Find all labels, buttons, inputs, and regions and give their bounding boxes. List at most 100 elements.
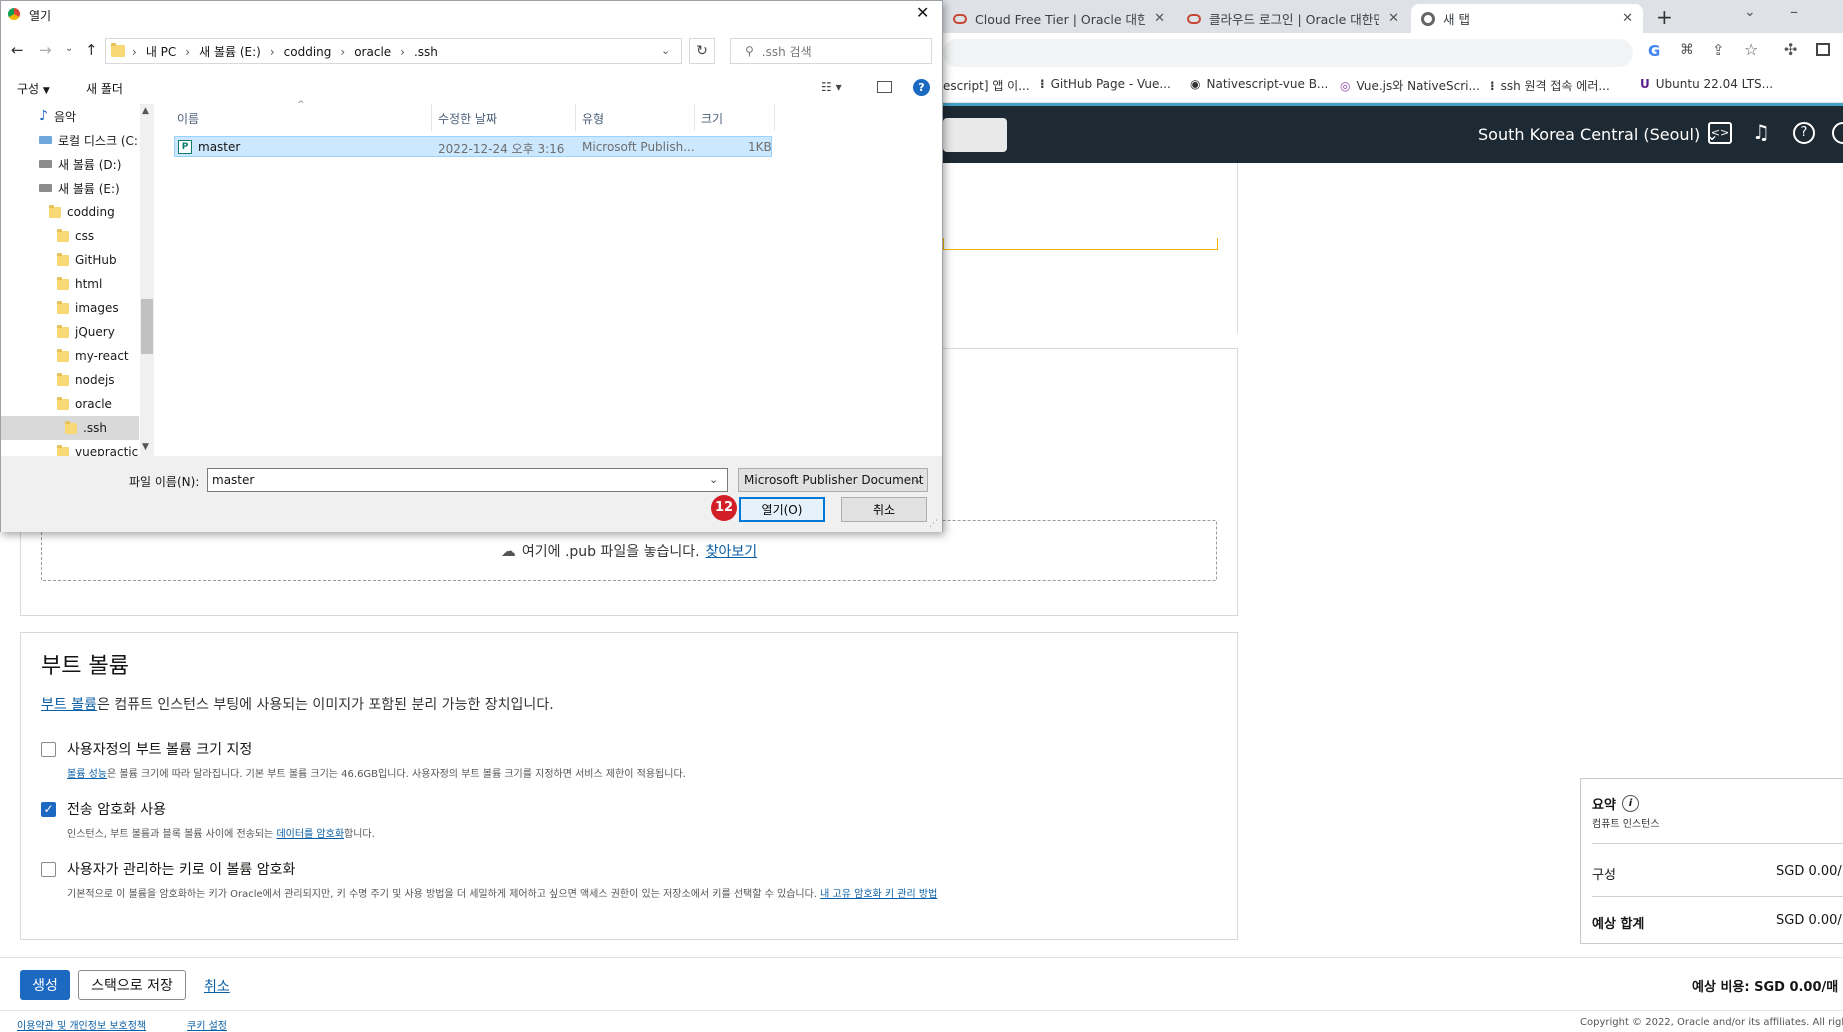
google-icon[interactable]: G <box>1648 42 1660 60</box>
help-icon[interactable]: ? <box>913 79 930 96</box>
filetype-select[interactable]: Microsoft Publisher Document <box>738 468 928 492</box>
tree-scrollbar[interactable] <box>140 104 154 456</box>
tree-item-folder[interactable]: jQuery <box>1 320 139 344</box>
breadcrumb-item[interactable]: codding <box>284 45 332 59</box>
side-panel-icon[interactable] <box>1816 43 1830 56</box>
address-dropdown-icon[interactable]: ⌄ <box>661 44 670 57</box>
cloud-upload-icon: ☁ <box>500 541 516 560</box>
oci-search-field[interactable] <box>943 118 1007 152</box>
breadcrumb-item[interactable]: .ssh <box>414 45 438 59</box>
star-icon[interactable]: ☆ <box>1744 40 1758 59</box>
tree-item-folder[interactable]: vuepractice <box>1 440 139 456</box>
dialog-cancel-button[interactable]: 취소 <box>841 497 927 522</box>
column-size[interactable]: 크기 <box>701 110 723 127</box>
scroll-down-icon[interactable]: ▼ <box>142 442 149 452</box>
search-box[interactable]: ⚲ .ssh 검색 <box>730 38 932 64</box>
bookmark-item[interactable]: U Ubuntu 22.04 LTS... <box>1640 77 1773 91</box>
new-folder-button[interactable]: 새 폴더 <box>86 80 123 97</box>
column-name[interactable]: 이름 <box>177 110 199 127</box>
folder-icon <box>57 324 69 338</box>
tree-item-folder[interactable]: GitHub <box>1 248 139 272</box>
column-divider[interactable] <box>431 104 432 131</box>
filetype-dropdown-icon[interactable]: ⌄ <box>913 473 922 486</box>
bookmark-item[interactable]: ◉ Nativescript-vue B... <box>1190 77 1328 91</box>
tree-item-folder[interactable]: css <box>1 224 139 248</box>
extensions-icon[interactable]: ✣ <box>1784 40 1797 59</box>
encrypt-data-link[interactable]: 데이터를 암호화 <box>276 829 344 840</box>
organize-menu[interactable]: 구성 ▼ <box>17 80 50 97</box>
refresh-icon[interactable]: ↻ <box>689 38 715 64</box>
region-selector[interactable]: South Korea Central (Seoul) ⌄ <box>1478 125 1719 144</box>
up-arrow-icon[interactable]: ↑ <box>85 41 98 59</box>
tab-search-chevron-icon[interactable]: ⌄ <box>1744 4 1756 20</box>
column-divider[interactable] <box>774 104 775 131</box>
tree-item-drive[interactable]: 새 볼륨 (D:) <box>1 152 139 176</box>
create-button[interactable]: 생성 <box>20 970 70 1000</box>
estimated-cost: 예상 비용: SGD 0.00/매 <box>1692 980 1839 995</box>
close-tab-icon[interactable]: ✕ <box>1154 11 1165 26</box>
help-icon[interactable]: ? <box>1793 122 1815 144</box>
tree-item-folder[interactable]: html <box>1 272 139 296</box>
preview-pane-icon[interactable] <box>877 81 892 93</box>
bookmark-item[interactable]: ⁝ GitHub Page - Vue... <box>1040 77 1171 91</box>
save-as-stack-button[interactable]: 스택으로 저장 <box>78 970 186 1000</box>
publisher-file-icon: P <box>178 140 192 154</box>
minimize-icon[interactable]: – <box>1790 2 1798 21</box>
browser-tab-active[interactable]: 새 탭 ✕ <box>1411 4 1643 33</box>
view-options-icon[interactable]: ☷ ▾ <box>821 80 842 94</box>
tree-item-folder[interactable]: nodejs <box>1 368 139 392</box>
file-row[interactable]: P master 2022-12-24 오후 3:16 Microsoft Pu… <box>174 136 772 157</box>
browser-tab[interactable]: Cloud Free Tier | Oracle 대한민국 ✕ <box>943 4 1175 33</box>
bookmark-item[interactable]: ◎ Vue.js와 NativeScri... <box>1340 77 1480 94</box>
breadcrumb-item[interactable]: oracle <box>354 45 391 59</box>
tree-item-folder[interactable]: my-react <box>1 344 139 368</box>
column-modified[interactable]: 수정한 날짜 <box>438 110 497 127</box>
tree-item-drive[interactable]: 로컬 디스크 (C:) <box>1 128 139 152</box>
tree-item-folder[interactable]: codding <box>1 200 139 224</box>
share-icon[interactable]: ⇪ <box>1712 41 1725 59</box>
custom-boot-volume-size-checkbox[interactable] <box>41 742 56 757</box>
new-tab-button[interactable]: + <box>1656 5 1673 29</box>
bookmark-item[interactable]: ⁝ ssh 원격 접속 에러... <box>1490 77 1610 94</box>
resize-grip-icon[interactable]: ⋰ <box>929 519 938 529</box>
info-icon[interactable]: i <box>1621 795 1639 812</box>
open-button[interactable]: 열기(O) <box>739 497 825 522</box>
cloud-shell-icon[interactable]: <> <box>1708 122 1732 144</box>
breadcrumb-item[interactable]: 내 PC <box>146 43 176 60</box>
tree-item-drive[interactable]: 새 볼륨 (E:) <box>1 176 139 200</box>
close-tab-icon[interactable]: ✕ <box>1388 11 1399 26</box>
scroll-up-icon[interactable]: ▲ <box>142 106 149 116</box>
tree-item-music[interactable]: ♪ 음악 <box>1 104 139 128</box>
browse-link[interactable]: 찾아보기 <box>706 541 758 561</box>
back-arrow-icon[interactable]: ← <box>11 41 24 59</box>
column-divider[interactable] <box>575 104 576 131</box>
filename-dropdown-icon[interactable]: ⌄ <box>709 473 718 486</box>
boot-volume-link[interactable]: 부트 볼륨 <box>41 697 97 713</box>
browser-tab[interactable]: 클라우드 로그인 | Oracle 대한민국 ✕ <box>1177 4 1409 33</box>
breadcrumb-item[interactable]: 새 볼륨 (E:) <box>199 43 261 60</box>
manage-keys-link[interactable]: 내 고유 암호화 키 관리 방법 <box>820 889 937 900</box>
recent-dropdown-icon[interactable]: ⌄ <box>65 43 73 54</box>
tree-item-folder[interactable]: oracle <box>1 392 139 416</box>
column-divider[interactable] <box>694 104 695 131</box>
bell-icon[interactable]: ♫ <box>1752 120 1770 144</box>
filename-input[interactable]: master <box>207 468 728 492</box>
tree-item-folder-selected[interactable]: .ssh <box>1 416 139 440</box>
omnibox[interactable] <box>943 39 1633 67</box>
column-type[interactable]: 유형 <box>582 110 604 127</box>
dialog-close-button[interactable]: ✕ <box>916 3 929 22</box>
translate-icon[interactable]: ⌘ <box>1680 42 1694 58</box>
bookmark-item[interactable]: escript] 앱 이... <box>943 77 1030 94</box>
customer-managed-key-checkbox[interactable] <box>41 862 56 877</box>
folder-icon <box>57 444 69 456</box>
in-transit-encryption-checkbox[interactable]: ✓ <box>41 802 56 817</box>
cancel-link[interactable]: 취소 <box>204 976 230 996</box>
filename-label: 파일 이름(N): <box>129 475 200 489</box>
close-tab-icon[interactable]: ✕ <box>1622 11 1633 26</box>
volume-performance-link[interactable]: 볼륨 성능 <box>67 769 107 780</box>
forward-arrow-icon[interactable]: → <box>39 41 52 59</box>
tree-item-folder[interactable]: images <box>1 296 139 320</box>
file-modified: 2022-12-24 오후 3:16 <box>438 142 565 156</box>
folder-icon <box>57 372 69 386</box>
tree-scroll-thumb[interactable] <box>141 299 153 354</box>
